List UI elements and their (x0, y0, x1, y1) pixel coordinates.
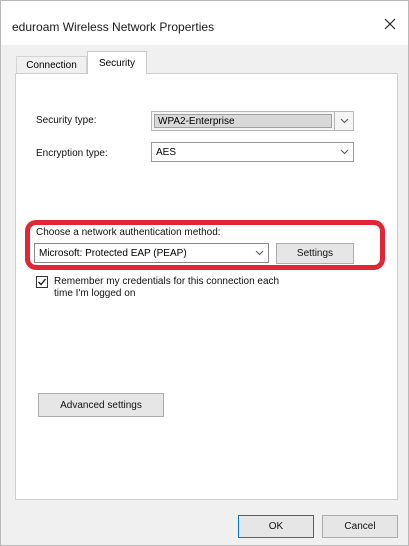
tab-security-label: Security (98, 57, 136, 69)
close-icon (384, 18, 396, 30)
ok-button[interactable]: OK (238, 515, 314, 538)
auth-method-dropdown[interactable]: Microsoft: Protected EAP (PEAP) (34, 243, 269, 263)
settings-button-label: Settings (296, 248, 334, 259)
security-type-dropdown[interactable]: WPA2-Enterprise (151, 111, 354, 131)
window-title: eduroam Wireless Network Properties (12, 20, 215, 34)
remember-credentials-label-line2: time I'm logged on (54, 288, 136, 299)
tab-connection[interactable]: Connection (16, 56, 87, 73)
cancel-button[interactable]: Cancel (322, 515, 398, 538)
security-type-arrow[interactable] (334, 112, 353, 130)
security-type-value: WPA2-Enterprise (158, 115, 235, 127)
settings-button[interactable]: Settings (276, 243, 354, 264)
properties-dialog: eduroam Wireless Network Properties Conn… (0, 0, 409, 546)
advanced-settings-button[interactable]: Advanced settings (38, 393, 164, 417)
close-button[interactable] (372, 9, 408, 39)
checkmark-icon (38, 278, 47, 286)
auth-method-arrow[interactable] (250, 244, 268, 262)
title-bar: eduroam Wireless Network Properties (1, 1, 408, 45)
encryption-type-value: AES (156, 146, 177, 158)
tab-security[interactable]: Security (87, 51, 147, 74)
chevron-down-icon (340, 118, 348, 124)
auth-method-value: Microsoft: Protected EAP (PEAP) (39, 247, 187, 259)
encryption-type-dropdown[interactable]: AES (151, 142, 354, 162)
encryption-type-label: Encryption type: (36, 148, 108, 159)
chevron-down-icon (255, 250, 263, 256)
auth-method-label: Choose a network authentication method: (36, 227, 221, 238)
encryption-type-arrow[interactable] (335, 143, 353, 161)
tab-connection-label: Connection (26, 59, 77, 71)
advanced-settings-button-label: Advanced settings (60, 399, 142, 411)
remember-credentials-label-line1: Remember my credentials for this connect… (54, 276, 280, 287)
ok-button-label: OK (268, 521, 284, 532)
security-type-label: Security type: (36, 115, 97, 126)
chevron-down-icon (340, 149, 348, 155)
remember-credentials-checkbox[interactable] (36, 276, 48, 288)
cancel-button-label: Cancel (344, 521, 376, 532)
